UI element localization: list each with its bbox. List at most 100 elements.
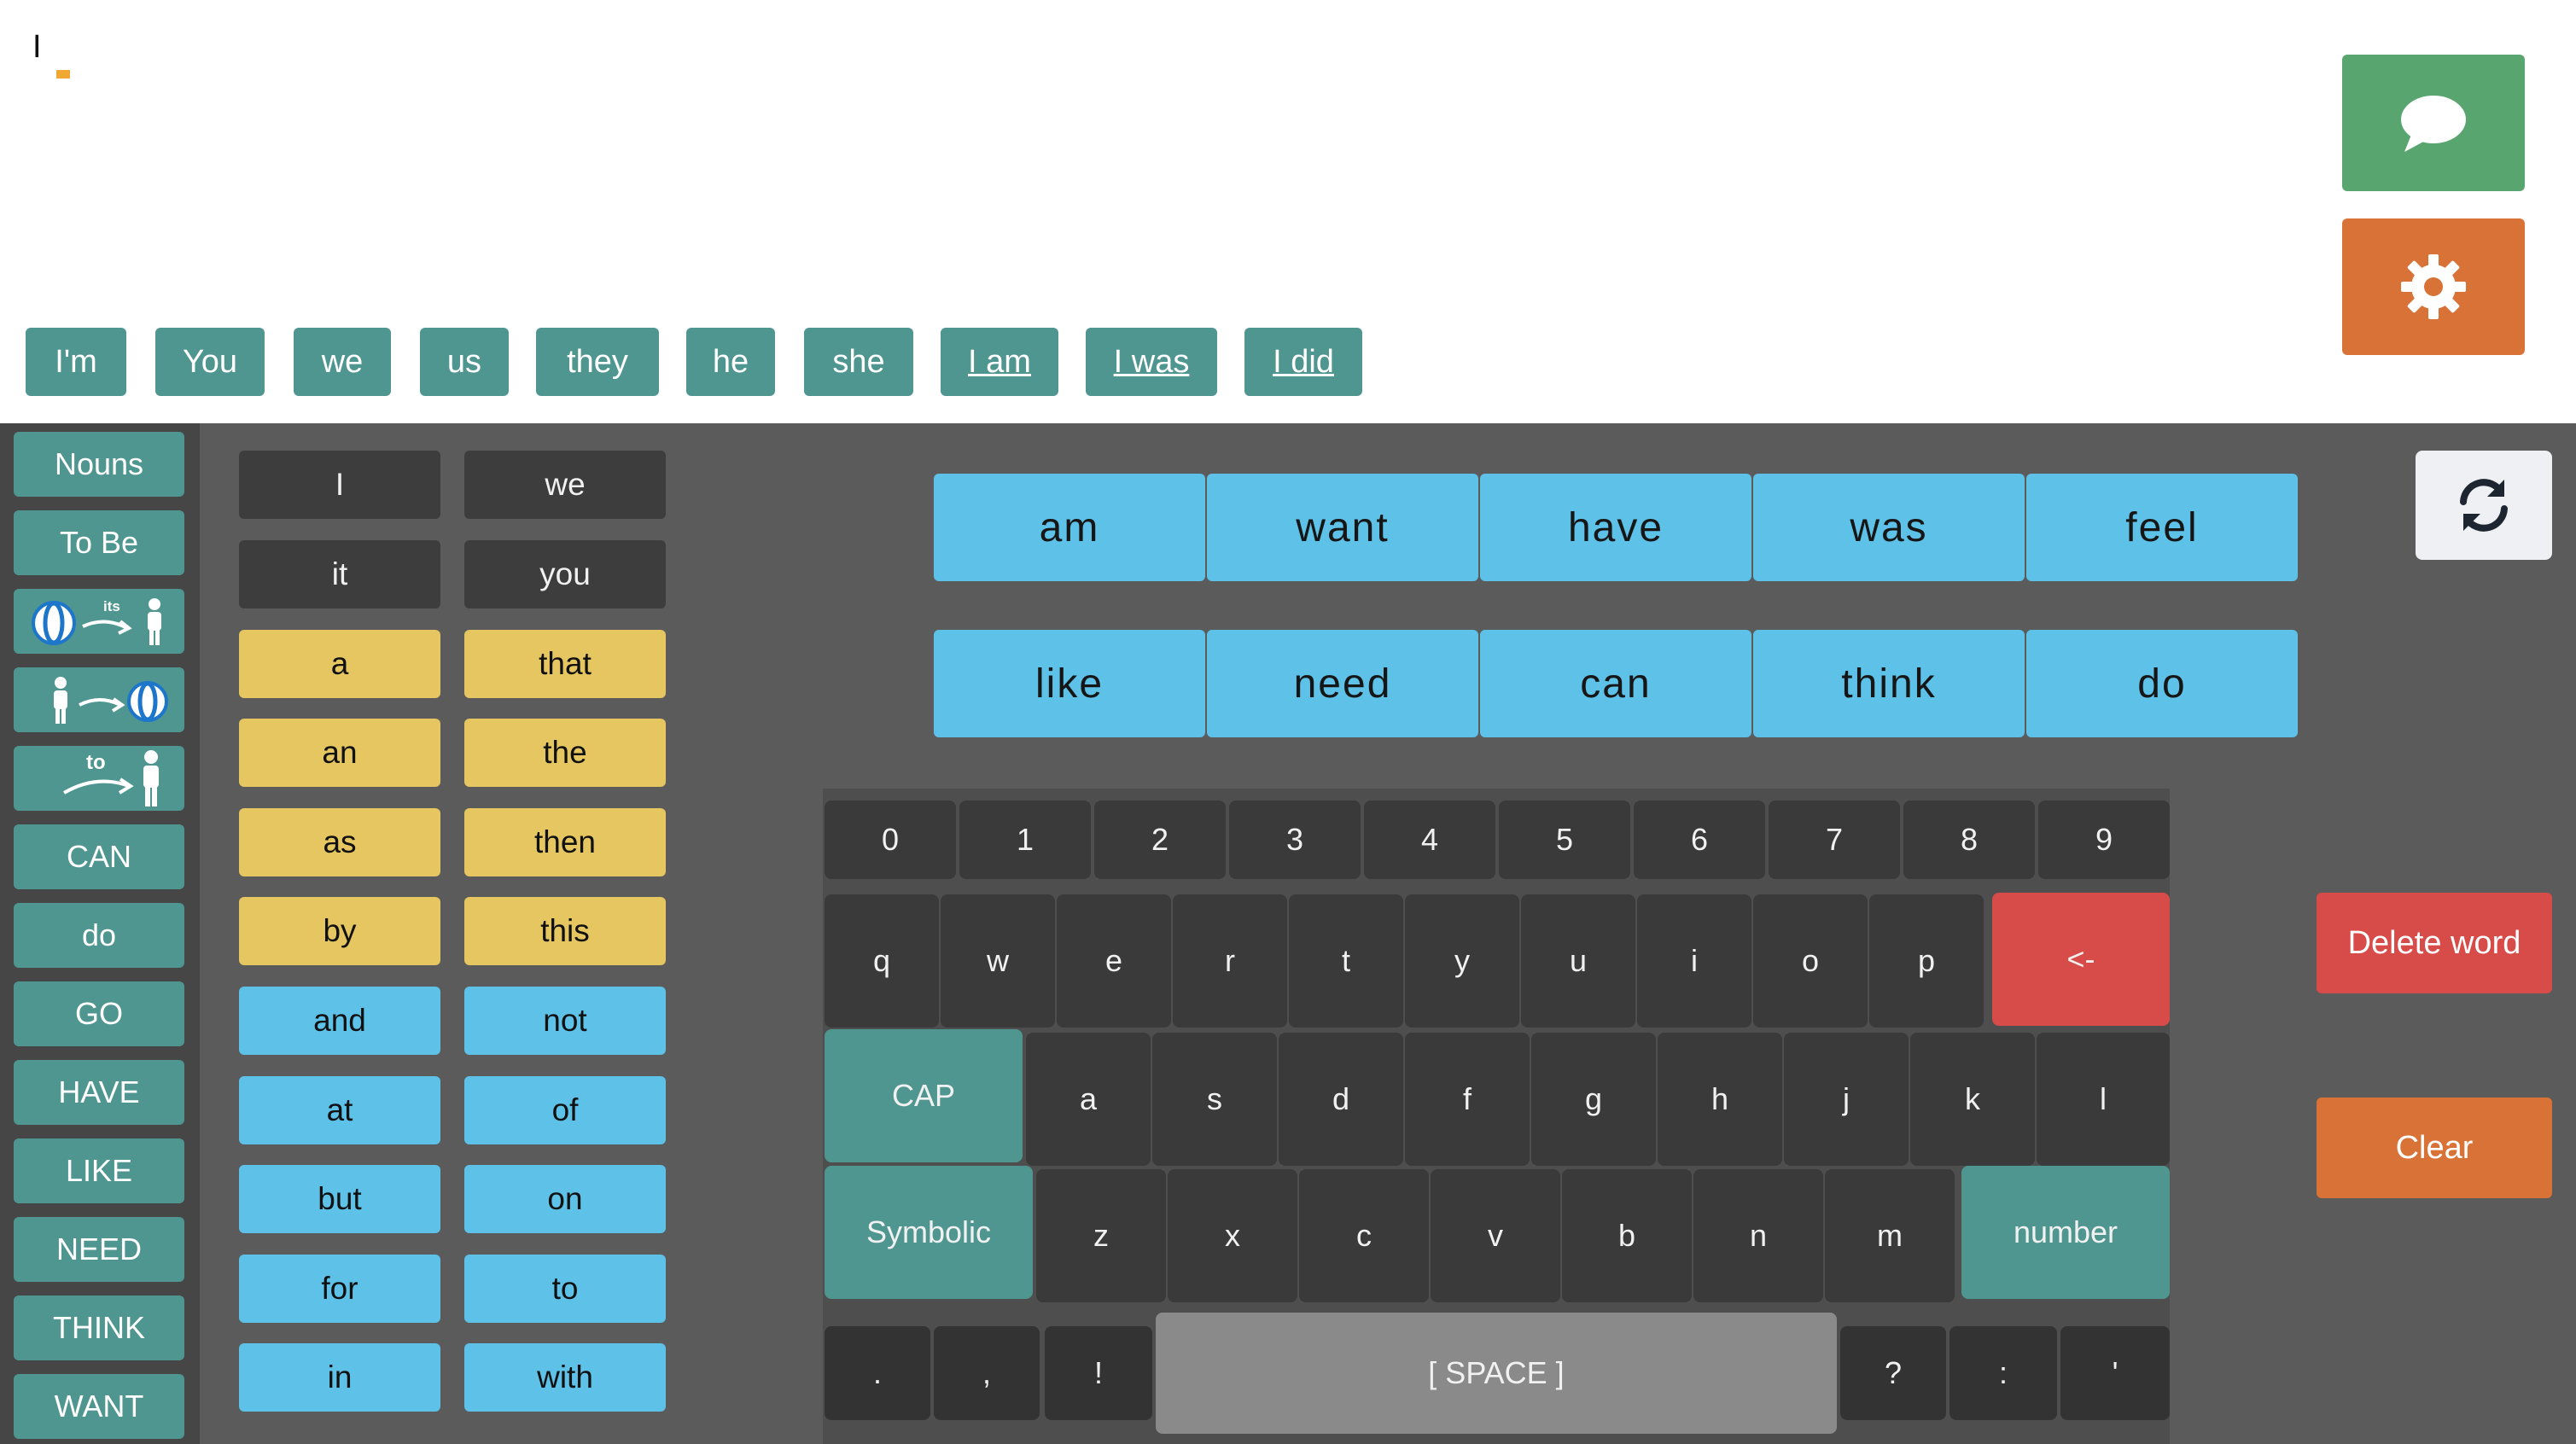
key-u[interactable]: u	[1521, 894, 1635, 1028]
clear-button[interactable]: Clear	[2317, 1098, 2552, 1198]
message-output-area[interactable]: I	[0, 0, 2356, 316]
key-t[interactable]: t	[1289, 894, 1403, 1028]
symbolic-key[interactable]: Symbolic	[825, 1166, 1033, 1299]
key-l[interactable]: l	[2037, 1033, 2170, 1166]
suggestion-she[interactable]: she	[804, 328, 913, 396]
word-tile[interactable]: not	[464, 987, 666, 1055]
word-tile[interactable]: I	[239, 451, 440, 519]
key-z[interactable]: z	[1036, 1169, 1166, 1302]
sidebar-item-person-ball-symbol[interactable]	[14, 667, 184, 732]
key-y[interactable]: y	[1405, 894, 1519, 1028]
sidebar-item-its-symbol[interactable]: its	[14, 589, 184, 654]
verb-tile-am[interactable]: am	[934, 474, 1205, 581]
settings-button[interactable]	[2342, 218, 2525, 355]
key-i[interactable]: i	[1637, 894, 1751, 1028]
word-tile[interactable]: and	[239, 987, 440, 1055]
number-key[interactable]: number	[1961, 1166, 2170, 1299]
key-n[interactable]: n	[1693, 1169, 1823, 1302]
sidebar-item-do[interactable]: do	[14, 903, 184, 968]
key-k[interactable]: k	[1910, 1033, 2035, 1166]
word-tile[interactable]: of	[464, 1076, 666, 1144]
key-a[interactable]: a	[1026, 1033, 1151, 1166]
verb-tile-want[interactable]: want	[1207, 474, 1478, 581]
key-c[interactable]: c	[1299, 1169, 1429, 1302]
sidebar-item-go[interactable]: GO	[14, 981, 184, 1046]
sidebar-item-have[interactable]: HAVE	[14, 1060, 184, 1125]
verb-tile-need[interactable]: need	[1207, 630, 1478, 737]
key-b[interactable]: b	[1562, 1169, 1692, 1302]
suggestion-i-am[interactable]: I am	[941, 328, 1058, 396]
sidebar-item-can[interactable]: CAN	[14, 824, 184, 889]
word-tile[interactable]: with	[464, 1343, 666, 1412]
word-tile[interactable]: then	[464, 808, 666, 876]
key-6[interactable]: 6	[1634, 801, 1765, 879]
sidebar-item-think[interactable]: THINK	[14, 1296, 184, 1360]
key-colon[interactable]: :	[1949, 1326, 2057, 1420]
sidebar-item-to-be[interactable]: To Be	[14, 510, 184, 575]
key-0[interactable]: 0	[825, 801, 956, 879]
suggestion-im[interactable]: I'm	[26, 328, 126, 396]
word-tile[interactable]: this	[464, 897, 666, 965]
word-tile[interactable]: for	[239, 1255, 440, 1323]
key-p[interactable]: p	[1869, 894, 1984, 1028]
word-tile[interactable]: by	[239, 897, 440, 965]
key-2[interactable]: 2	[1094, 801, 1226, 879]
suggestion-i-was[interactable]: I was	[1086, 328, 1217, 396]
word-tile[interactable]: you	[464, 540, 666, 608]
verb-tile-do[interactable]: do	[2026, 630, 2298, 737]
key-apostrophe[interactable]: '	[2060, 1326, 2170, 1420]
key-g[interactable]: g	[1531, 1033, 1656, 1166]
key-s[interactable]: s	[1152, 1033, 1277, 1166]
backspace-key[interactable]: <-	[1992, 893, 2170, 1026]
speak-button[interactable]	[2342, 55, 2525, 191]
verb-tile-was[interactable]: was	[1753, 474, 2025, 581]
word-tile[interactable]: an	[239, 719, 440, 787]
sidebar-item-want[interactable]: WANT	[14, 1374, 184, 1439]
verb-tile-feel[interactable]: feel	[2026, 474, 2298, 581]
key-m[interactable]: m	[1825, 1169, 1955, 1302]
key-e[interactable]: e	[1057, 894, 1171, 1028]
sidebar-item-like[interactable]: LIKE	[14, 1138, 184, 1203]
suggestion-us[interactable]: us	[420, 328, 509, 396]
suggestion-we[interactable]: we	[294, 328, 391, 396]
key-question[interactable]: ?	[1840, 1326, 1946, 1420]
verb-tile-think[interactable]: think	[1753, 630, 2025, 737]
refresh-button[interactable]	[2416, 451, 2552, 560]
caps-key[interactable]: CAP	[825, 1029, 1023, 1162]
verb-tile-like[interactable]: like	[934, 630, 1205, 737]
word-tile[interactable]: but	[239, 1165, 440, 1233]
word-tile[interactable]: as	[239, 808, 440, 876]
key-w[interactable]: w	[941, 894, 1055, 1028]
key-1[interactable]: 1	[959, 801, 1091, 879]
suggestion-he[interactable]: he	[686, 328, 775, 396]
key-5[interactable]: 5	[1499, 801, 1630, 879]
key-4[interactable]: 4	[1364, 801, 1495, 879]
word-tile[interactable]: a	[239, 630, 440, 698]
key-o[interactable]: o	[1753, 894, 1868, 1028]
word-tile[interactable]: in	[239, 1343, 440, 1412]
key-7[interactable]: 7	[1769, 801, 1900, 879]
sidebar-item-to-symbol[interactable]: to	[14, 746, 184, 811]
key-f[interactable]: f	[1405, 1033, 1530, 1166]
key-x[interactable]: x	[1168, 1169, 1297, 1302]
word-tile[interactable]: it	[239, 540, 440, 608]
sidebar-item-nouns[interactable]: Nouns	[14, 432, 184, 497]
delete-word-button[interactable]: Delete word	[2317, 893, 2552, 993]
verb-tile-have[interactable]: have	[1480, 474, 1751, 581]
word-tile[interactable]: on	[464, 1165, 666, 1233]
suggestion-they[interactable]: they	[536, 328, 659, 396]
key-comma[interactable]: ,	[934, 1326, 1040, 1420]
key-exclamation[interactable]: !	[1045, 1326, 1152, 1420]
space-key[interactable]: [ SPACE ]	[1156, 1313, 1837, 1434]
key-j[interactable]: j	[1784, 1033, 1909, 1166]
sidebar-item-need[interactable]: NEED	[14, 1217, 184, 1282]
verb-tile-can[interactable]: can	[1480, 630, 1751, 737]
word-tile[interactable]: we	[464, 451, 666, 519]
word-tile[interactable]: at	[239, 1076, 440, 1144]
key-q[interactable]: q	[825, 894, 939, 1028]
word-tile[interactable]: that	[464, 630, 666, 698]
key-3[interactable]: 3	[1229, 801, 1361, 879]
word-tile[interactable]: the	[464, 719, 666, 787]
key-period[interactable]: .	[825, 1326, 930, 1420]
suggestion-i-did[interactable]: I did	[1244, 328, 1362, 396]
